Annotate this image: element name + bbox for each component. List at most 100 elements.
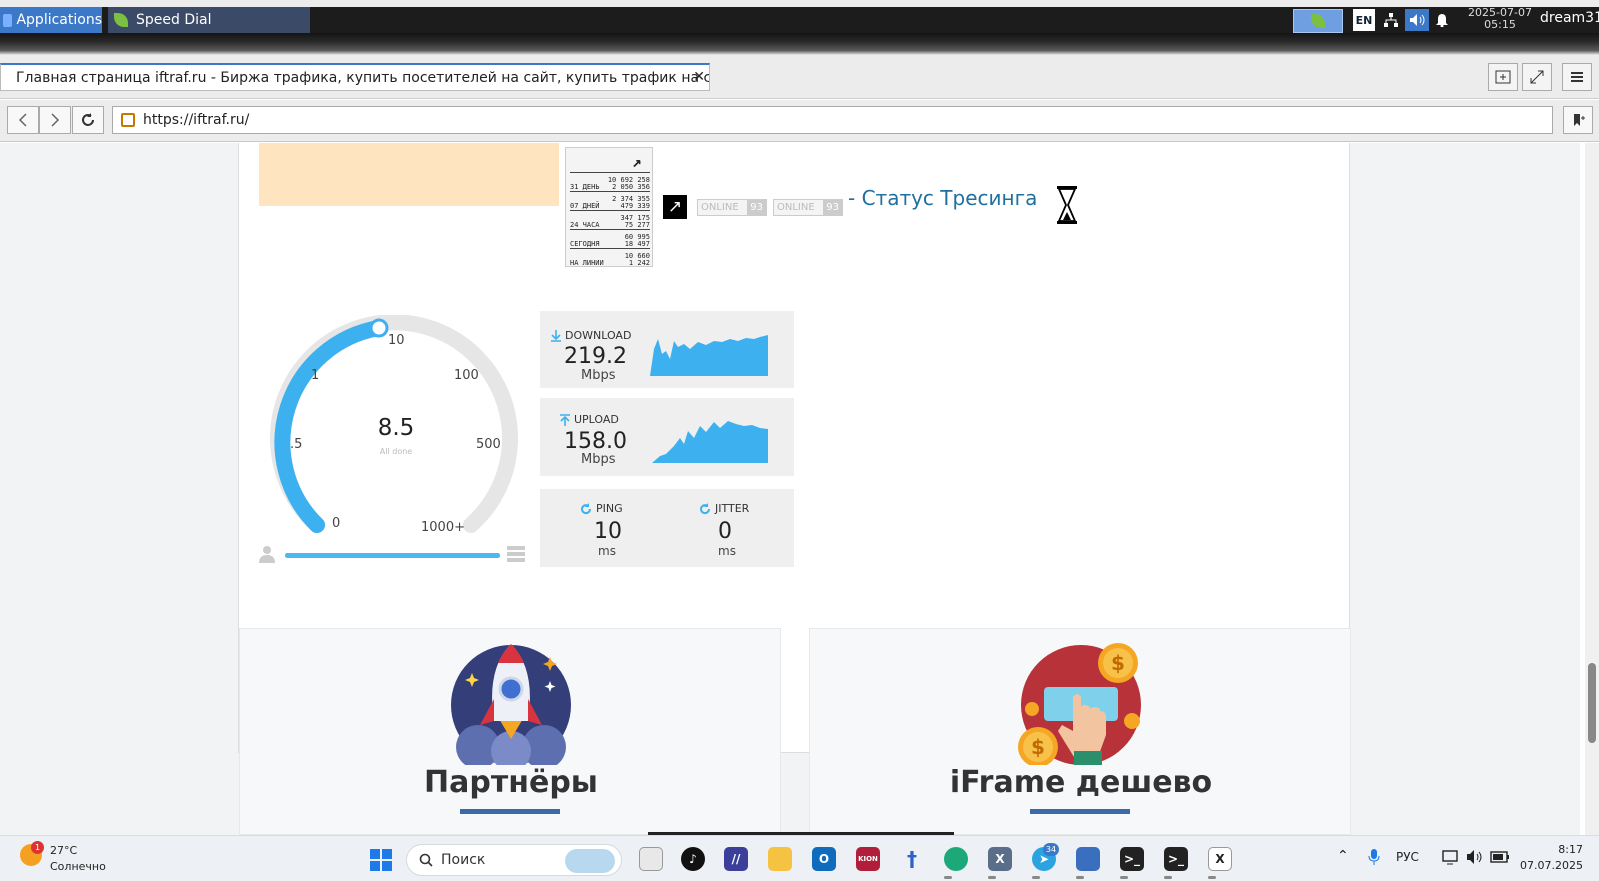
iframe-title: iFrame дешево (949, 765, 1213, 800)
kion-icon[interactable]: KION (856, 847, 880, 871)
tab-close-icon[interactable]: ✕ (693, 69, 705, 85)
jitter-refresh-icon (700, 502, 711, 514)
taskbar-time: 8:17 (1558, 843, 1583, 856)
address-bar[interactable]: https://iftraf.ru/ (112, 106, 1553, 134)
forward-button[interactable] (39, 106, 71, 134)
speaker-icon[interactable] (1466, 849, 1484, 865)
taskbar-window-button[interactable]: Speed Dial (108, 7, 310, 33)
weather-alert-badge: 1 (31, 841, 44, 854)
windows-logo-icon (370, 849, 380, 859)
battery-icon[interactable] (1490, 850, 1510, 864)
ad-banner-placeholder[interactable] (259, 143, 559, 206)
search-placeholder: Поиск (441, 852, 486, 868)
counter-row-label: 24 ЧАСА (570, 221, 600, 229)
panel-shadow (0, 33, 1599, 55)
counter-row-bottom: 75 277 (624, 221, 650, 229)
sword-app-icon[interactable]: † (900, 847, 924, 871)
menu-button[interactable] (1562, 63, 1592, 91)
online-label: ONLINE (777, 202, 815, 213)
counter-row-values: 60 995 18 497 (625, 234, 650, 248)
leaf-icon (1311, 14, 1325, 28)
online-count: 93 (747, 200, 766, 215)
panel-clock[interactable]: 2025-07-07 05:15 (1462, 7, 1538, 31)
network-icon[interactable] (1381, 9, 1401, 31)
tab-bar: Главная страница iftraf.ru - Биржа трафи… (0, 55, 1599, 99)
network-monitor-icon[interactable] (1442, 849, 1460, 865)
weather-temperature[interactable]: 27°C (50, 844, 77, 857)
chevron-left-icon (18, 113, 27, 127)
gauge-current-value: 8.5 (377, 415, 415, 441)
counter-row: 31 ДЕНЬ 10 692 258 2 050 356 (570, 172, 650, 191)
url-text: https://iftraf.ru/ (143, 112, 250, 128)
traffic-counter-widget[interactable]: ↗ 31 ДЕНЬ 10 692 258 2 050 356 07 ДНЕЙ 2 374… (565, 147, 653, 267)
trace-status-link[interactable]: - Статус Тресинга (848, 186, 1037, 210)
notification-bell-icon[interactable] (1433, 9, 1451, 31)
task-view-icon[interactable] (639, 847, 663, 871)
online-badge[interactable]: ONLINE 93 (697, 199, 767, 216)
bookmark-button[interactable] (1563, 106, 1593, 134)
taskbar-clock[interactable]: 8:17 07.07.2025 (1515, 842, 1583, 874)
partners-underline (460, 809, 560, 814)
click-money-icon: $ $ (1018, 643, 1141, 765)
taskbar-search[interactable]: Поиск (406, 844, 622, 876)
counter-row-label: 31 ДЕНЬ (570, 183, 600, 191)
site-security-icon[interactable] (121, 113, 135, 127)
chevron-right-icon (51, 113, 60, 127)
partners-card[interactable]: Партнёры (239, 628, 781, 835)
new-tab-button[interactable] (1488, 63, 1518, 91)
iframe-card[interactable]: $ $ iFrame дешево (809, 628, 1351, 835)
volume-icon[interactable] (1405, 9, 1429, 31)
file-explorer-icon[interactable] (768, 847, 792, 871)
download-icon (551, 329, 561, 342)
external-link-icon[interactable]: ↗ (663, 195, 687, 219)
gauge-tick-label: 1000+ (421, 520, 465, 535)
edge-browser-icon[interactable] (944, 847, 968, 871)
fullscreen-button[interactable] (1522, 63, 1552, 91)
terminal-icon-2[interactable]: >_ (1164, 847, 1188, 871)
tiktok-icon[interactable]: ♪ (681, 847, 705, 871)
scrollbar-thumb[interactable] (1588, 663, 1596, 743)
leaf-icon (114, 13, 128, 27)
running-indicator (1120, 876, 1128, 879)
iframe-underline (1030, 809, 1130, 814)
keyboard-layout-indicator[interactable]: EN (1353, 9, 1375, 31)
counter-row: СЕГОДНЯ 60 995 18 497 (570, 229, 650, 248)
start-button[interactable] (370, 849, 392, 871)
rocket-icon (451, 644, 571, 765)
upload-graph (652, 421, 768, 463)
microphone-icon[interactable] (1368, 848, 1380, 866)
x-app-icon[interactable]: X (988, 847, 1012, 871)
hourglass-icon (1057, 186, 1077, 224)
counter-row: 24 ЧАСА 347 175 75 277 (570, 210, 650, 229)
gauge-tick-label: 100 (454, 368, 479, 383)
counter-row-label: СЕГОДНЯ (570, 240, 600, 248)
panel-top-strip (0, 0, 1599, 7)
tab-active[interactable]: Главная страница iftraf.ru - Биржа трафи… (0, 63, 710, 91)
remote-desktop-icon[interactable] (1076, 847, 1100, 871)
page-scrollbar[interactable] (1585, 143, 1599, 835)
terminal-icon[interactable]: >_ (1120, 847, 1144, 871)
user-name[interactable]: dream31 (1540, 10, 1599, 26)
search-highlight-image (565, 849, 615, 873)
running-indicator (944, 876, 952, 879)
weather-description[interactable]: Солнечно (50, 860, 106, 873)
tray-app-button[interactable] (1293, 9, 1343, 33)
navigation-bar: https://iftraf.ru/ (0, 100, 1599, 142)
applications-menu-button[interactable]: Applications (0, 7, 102, 33)
counter-row-label: НА ЛИНИИ (570, 259, 604, 267)
app-slash-icon[interactable]: // (724, 847, 748, 871)
chevron-up-icon[interactable]: ⌃ (1337, 848, 1349, 864)
running-indicator (1076, 876, 1084, 879)
back-button[interactable] (7, 106, 39, 134)
search-icon (419, 853, 433, 867)
reload-button[interactable] (72, 106, 104, 134)
outlook-icon[interactable]: O (812, 847, 836, 871)
online-badge[interactable]: ONLINE 93 (773, 199, 843, 216)
counter-row-bottom: 1 242 (628, 259, 650, 267)
bookmark-add-icon (1574, 114, 1585, 126)
xserver-icon[interactable]: X (1208, 847, 1232, 871)
counter-row: НА ЛИНИИ 10 660 1 242 (570, 248, 650, 267)
upload-label: UPLOAD (574, 413, 619, 426)
download-unit: Mbps (581, 368, 616, 383)
input-language[interactable]: РУС (1396, 850, 1419, 864)
